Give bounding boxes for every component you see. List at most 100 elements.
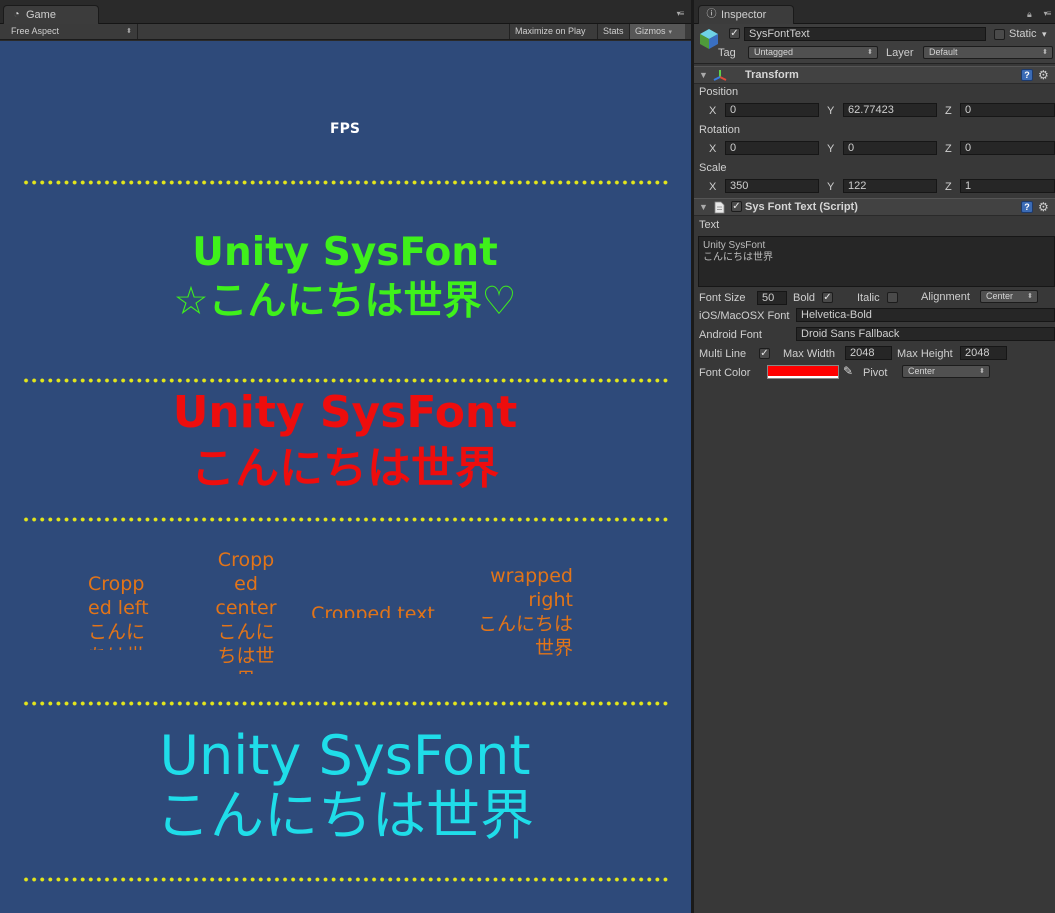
- italic-checkbox[interactable]: [887, 292, 898, 303]
- rotation-y-field[interactable]: 0: [843, 141, 937, 155]
- tab-game-label: Game: [26, 9, 56, 21]
- static-checkbox[interactable]: [994, 29, 1005, 40]
- dotted-separator: [22, 378, 670, 383]
- gear-icon[interactable]: ⚙: [1038, 68, 1049, 82]
- ios-font-field[interactable]: Helvetica-Bold: [796, 308, 1055, 322]
- game-view[interactable]: FPS Unity SysFont ☆こんにちは世界♡ Unity SysFon…: [0, 41, 691, 913]
- scale-label: Scale: [699, 162, 727, 174]
- object-name-field[interactable]: SysFontText: [744, 27, 986, 41]
- axis-x-label: X: [709, 181, 717, 193]
- aspect-value: Free Aspect: [11, 26, 60, 36]
- active-checkbox[interactable]: ✓: [729, 28, 740, 39]
- text-label: Text: [699, 219, 720, 231]
- font-color-label: Font Color: [699, 367, 751, 379]
- dotted-separator: [22, 517, 670, 522]
- android-font-field[interactable]: Droid Sans Fallback: [796, 327, 1055, 341]
- axis-y-label: Y: [827, 105, 835, 117]
- max-height-field[interactable]: 2048: [960, 346, 1007, 360]
- axis-x-label: X: [709, 143, 717, 155]
- pivot-label: Pivot: [863, 367, 888, 379]
- foldout-arrow-icon[interactable]: ▼: [699, 70, 708, 80]
- cropped-left-text: Cropp ed left こんに ちは世: [88, 573, 149, 650]
- static-label: Static: [1009, 28, 1037, 40]
- transform-title: Transform: [745, 69, 799, 81]
- font-color-swatch[interactable]: [767, 365, 839, 379]
- aspect-dropdown[interactable]: Free Aspect ⬍: [0, 24, 138, 39]
- red-text-block: Unity SysFont こんにちは世界: [30, 391, 660, 491]
- green-text-line1: Unity SysFont: [192, 230, 498, 275]
- layer-label: Layer: [886, 47, 914, 59]
- position-z-field[interactable]: 0: [960, 103, 1055, 117]
- transform-header[interactable]: ▼ Transform ? ⚙: [694, 66, 1055, 84]
- dropdown-arrow-icon: ▾: [668, 29, 673, 36]
- gizmos-button[interactable]: Gizmos ▾: [629, 24, 685, 39]
- max-width-field[interactable]: 2048: [845, 346, 892, 360]
- cyan-text-block: Unity SysFont こんにちは世界: [30, 729, 660, 843]
- text-area[interactable]: Unity SysFont こんにちは世界: [698, 236, 1055, 287]
- green-text-line2: ☆こんにちは世界♡: [173, 279, 517, 324]
- dropdown-arrows-icon: ⬍: [979, 368, 985, 375]
- object-header: ✓ SysFontText Static ▾ Tag Untagged ⬍ La…: [694, 24, 1055, 64]
- scale-z-field[interactable]: 1: [960, 179, 1055, 193]
- inspector-panel: ⓘ Inspector 🔒︎ ▾≡ ✓ SysFontText Static ▾…: [691, 0, 1055, 913]
- cyan-text-line1: Unity SysFont: [159, 724, 531, 787]
- gizmos-label: Gizmos: [635, 26, 666, 36]
- dropdown-arrows-icon: ⬍: [126, 28, 132, 35]
- eyedropper-icon[interactable]: ✎: [843, 364, 853, 378]
- tag-value: Untagged: [754, 47, 794, 57]
- pivot-value: Center: [908, 366, 936, 376]
- gameobject-cube-icon: [700, 29, 718, 49]
- tab-inspector[interactable]: ⓘ Inspector: [698, 5, 794, 24]
- italic-label: Italic: [857, 292, 880, 304]
- game-panel: ◔ Game ▾≡ Free Aspect ⬍ Maximize on Play…: [0, 0, 691, 913]
- foldout-arrow-icon[interactable]: ▼: [699, 202, 708, 212]
- bold-label: Bold: [793, 292, 816, 304]
- position-y-field[interactable]: 62.77423: [843, 103, 937, 117]
- max-height-label: Max Height: [897, 348, 953, 360]
- dropdown-arrows-icon: ⬍: [867, 49, 873, 56]
- script-file-icon: [714, 201, 725, 214]
- position-label: Position: [699, 86, 739, 98]
- green-text-block: Unity SysFont ☆こんにちは世界♡: [30, 233, 660, 321]
- position-x-field[interactable]: 0: [725, 103, 819, 117]
- ios-font-label: iOS/MacOSX Font: [699, 310, 790, 322]
- game-toolbar: Free Aspect ⬍ Maximize on Play Stats Giz…: [0, 24, 691, 40]
- alignment-value: Center: [986, 291, 1014, 301]
- script-enabled-checkbox[interactable]: ✓: [731, 201, 742, 212]
- max-width-label: Max Width: [783, 348, 835, 360]
- help-icon[interactable]: ?: [1021, 69, 1033, 81]
- scale-x-field[interactable]: 350: [725, 179, 819, 193]
- fps-label: FPS: [330, 121, 360, 137]
- rotation-x-field[interactable]: 0: [725, 141, 819, 155]
- panel-menu-icon[interactable]: ▾≡: [672, 9, 688, 19]
- panel-menu-icon[interactable]: ▾≡: [1039, 9, 1055, 19]
- layer-value: Default: [929, 47, 958, 57]
- maximize-on-play-button[interactable]: Maximize on Play: [509, 24, 591, 39]
- wrapped-right-text: wrapped right こんにちは 世界: [477, 565, 573, 659]
- axis-y-label: Y: [827, 143, 835, 155]
- static-dropdown-icon[interactable]: ▾: [1042, 27, 1047, 41]
- bold-checkbox[interactable]: ✓: [822, 292, 833, 303]
- rotation-z-field[interactable]: 0: [960, 141, 1055, 155]
- scale-y-field[interactable]: 122: [843, 179, 937, 193]
- layer-dropdown[interactable]: Default ⬍: [923, 46, 1053, 59]
- stats-button[interactable]: Stats: [597, 24, 629, 39]
- help-icon[interactable]: ?: [1021, 201, 1033, 213]
- alignment-dropdown[interactable]: Center ⬍: [980, 290, 1038, 303]
- cyan-text-line2: こんにちは世界: [156, 784, 534, 847]
- lock-icon[interactable]: 🔒︎: [1027, 10, 1037, 19]
- info-icon: ⓘ: [706, 8, 717, 20]
- gear-icon[interactable]: ⚙: [1038, 200, 1049, 214]
- font-size-field[interactable]: 50: [757, 291, 787, 305]
- tag-dropdown[interactable]: Untagged ⬍: [748, 46, 878, 59]
- tag-label: Tag: [718, 47, 736, 59]
- dotted-separator: [22, 180, 670, 185]
- multiline-checkbox[interactable]: ✓: [759, 348, 770, 359]
- inspector-tabbar: ⓘ Inspector 🔒︎ ▾≡: [694, 0, 1055, 24]
- multiline-label: Multi Line: [699, 348, 747, 360]
- font-size-label: Font Size: [699, 292, 746, 304]
- tab-game[interactable]: ◔ Game: [3, 5, 99, 24]
- axis-y-label: Y: [827, 181, 835, 193]
- pivot-dropdown[interactable]: Center ⬍: [902, 365, 990, 378]
- script-component-header[interactable]: ▼ ✓ Sys Font Text (Script) ? ⚙: [694, 198, 1055, 216]
